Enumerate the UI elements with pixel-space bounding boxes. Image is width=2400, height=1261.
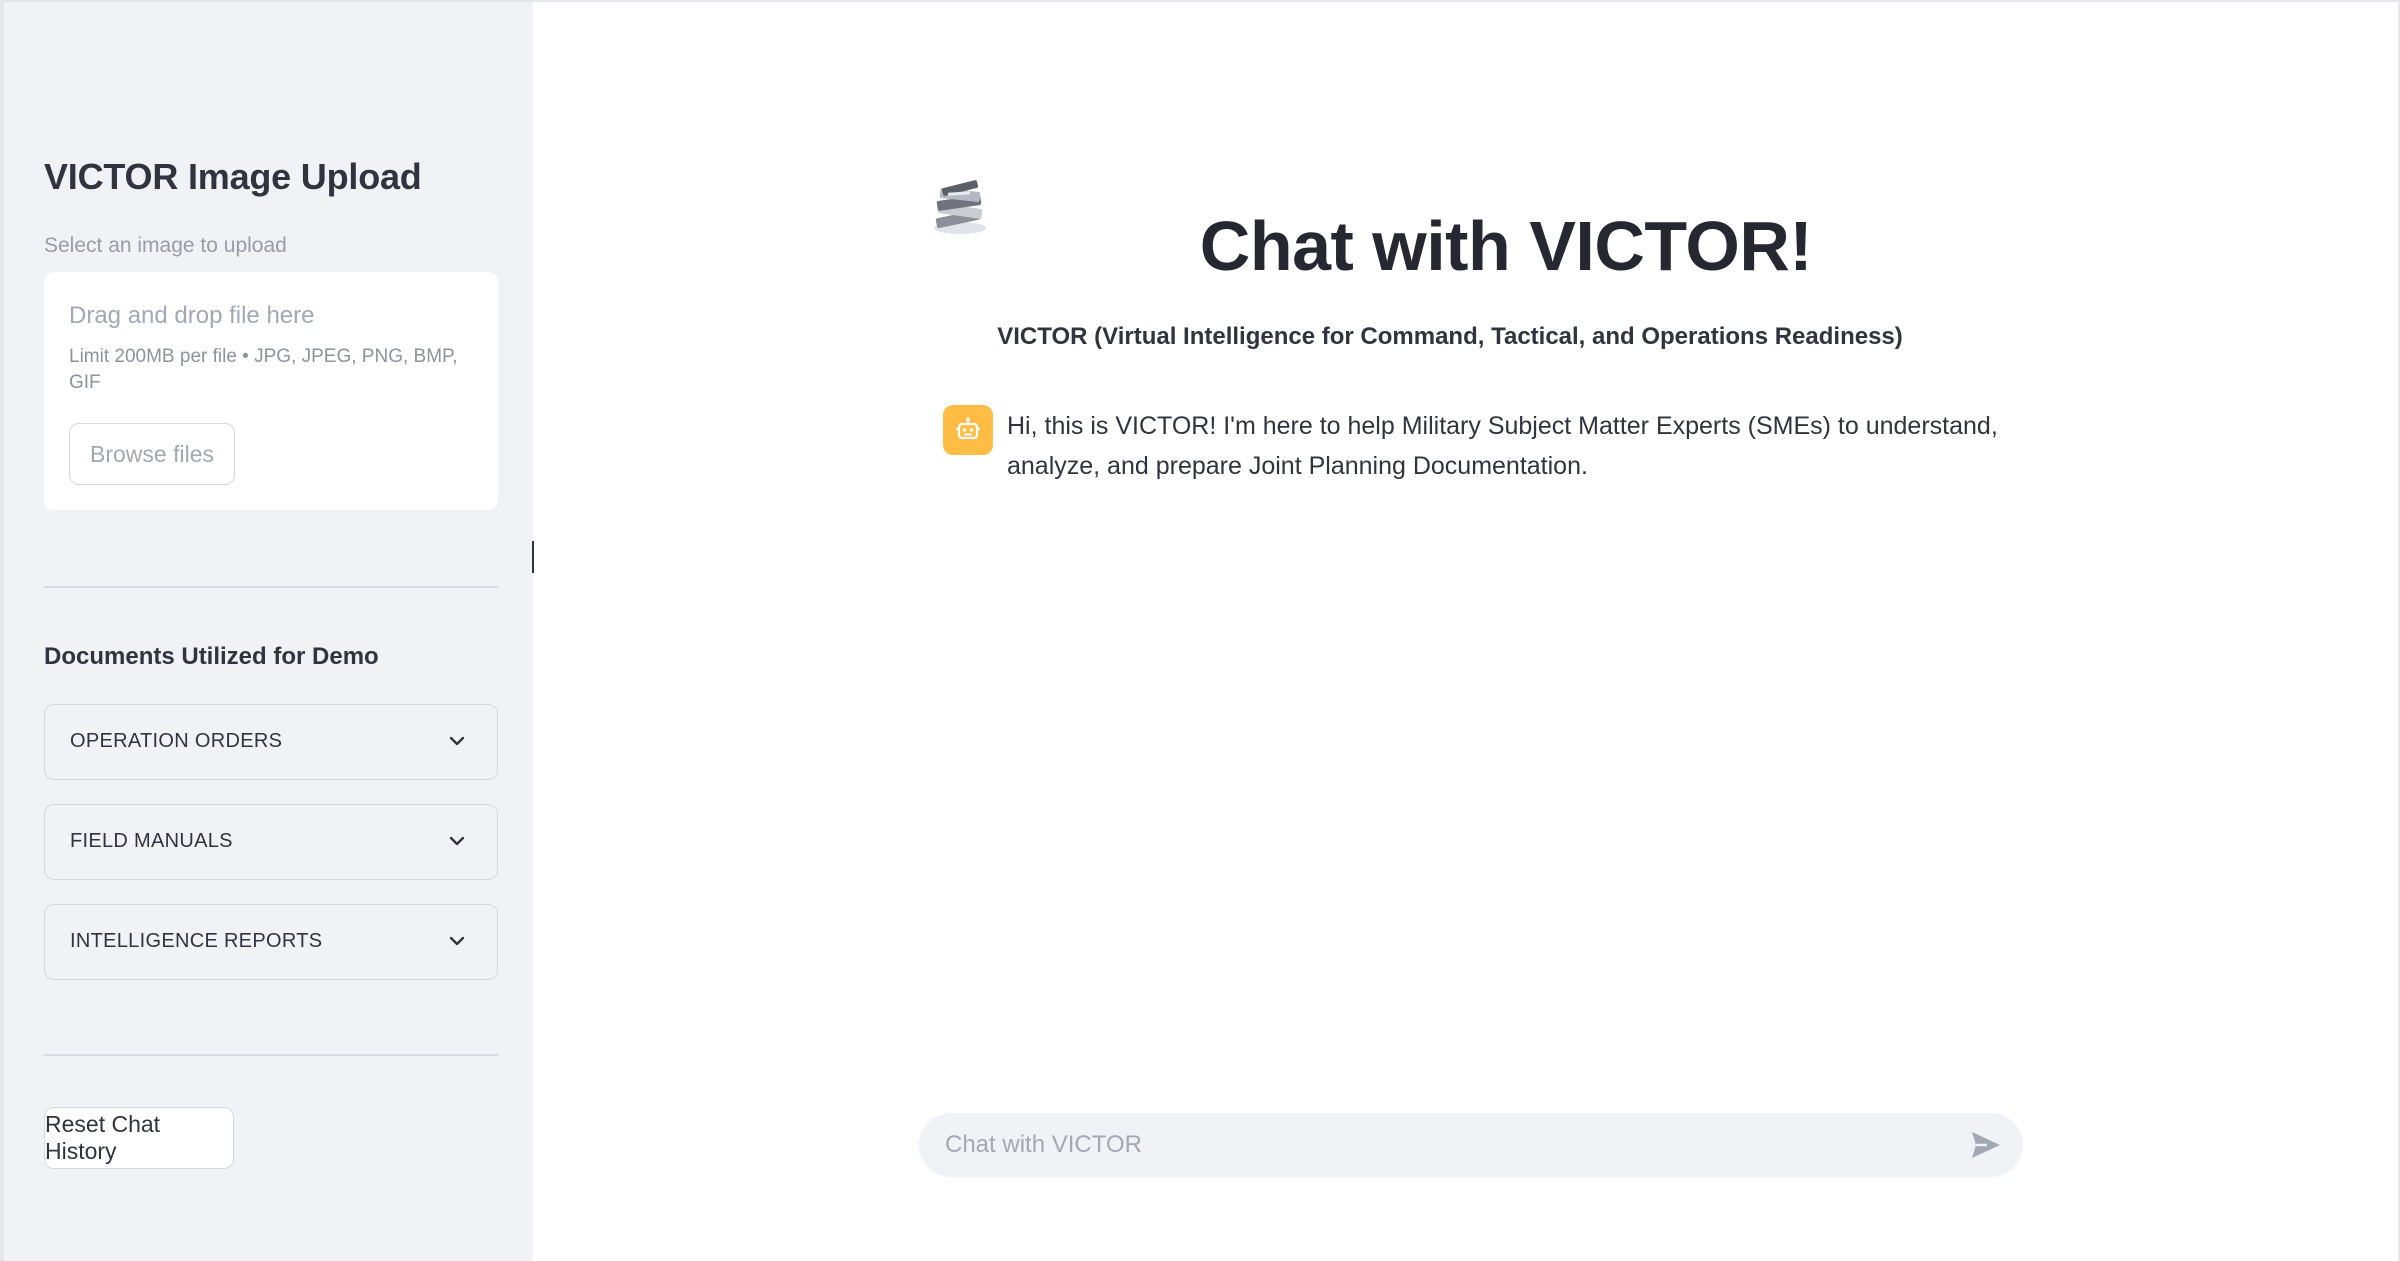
assistant-message: Hi, this is VICTOR! I'm here to help Mil… (1007, 412, 1998, 480)
browse-files-button[interactable]: Browse files (69, 423, 235, 485)
chevron-down-icon (449, 936, 465, 946)
reset-chat-history-button[interactable]: Reset Chat History (44, 1107, 234, 1169)
expander-field-manuals[interactable]: FIELD MANUALS (44, 804, 498, 880)
sidebar: VICTOR Image Upload Select an image to u… (4, 2, 533, 1261)
file-dropzone[interactable]: Drag and drop file here Limit 200MB per … (44, 272, 498, 510)
sidebar-divider (44, 586, 498, 588)
sidebar-divider (44, 1054, 498, 1056)
documents-heading: Documents Utilized for Demo (44, 643, 379, 670)
expander-operation-orders[interactable]: OPERATION ORDERS (44, 704, 498, 780)
dropzone-hint: Limit 200MB per file • JPG, JPEG, PNG, B… (69, 346, 458, 393)
expander-label: INTELLIGENCE REPORTS (70, 930, 323, 952)
chevron-down-icon (449, 836, 465, 846)
page-title: Chat with VICTOR! (1199, 207, 1813, 285)
expander-label: OPERATION ORDERS (70, 730, 283, 752)
assistant-avatar (943, 405, 993, 455)
sidebar-resize-handle[interactable] (532, 541, 534, 573)
chevron-down-icon (449, 736, 465, 746)
expander-label: FIELD MANUALS (70, 830, 233, 852)
app-window: VICTOR Image Upload Select an image to u… (0, 0, 2400, 1261)
page-subtitle: VICTOR (Virtual Intelligence for Command… (997, 323, 1903, 350)
robot-icon (956, 417, 980, 440)
send-icon[interactable] (1969, 1129, 2003, 1161)
sidebar-title: VICTOR Image Upload (44, 156, 422, 197)
chat-input-container (919, 1113, 2023, 1177)
expander-intelligence-reports[interactable]: INTELLIGENCE REPORTS (44, 904, 498, 980)
chat-input[interactable] (945, 1113, 1945, 1177)
